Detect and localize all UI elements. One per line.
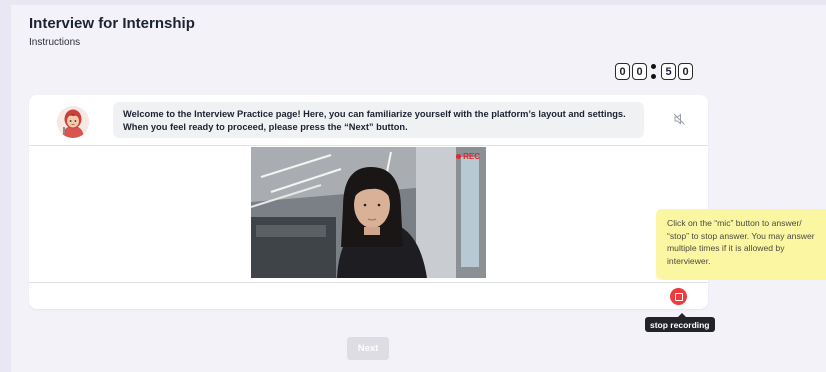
timer-digit: 0 xyxy=(678,63,693,80)
webcam-preview: REC xyxy=(251,147,486,278)
hint-line: Click on the “mic” button to answer/ xyxy=(667,218,802,228)
record-dot-icon xyxy=(456,154,462,159)
instructions-label: Instructions xyxy=(29,37,81,48)
speaker-muted-icon[interactable] xyxy=(672,112,686,126)
recording-indicator: REC xyxy=(456,152,480,161)
timer-digit: 0 xyxy=(615,63,630,80)
stop-recording-icon xyxy=(674,292,683,301)
stop-recording-tooltip: stop recording xyxy=(645,313,715,332)
divider xyxy=(29,145,708,146)
stop-recording-button[interactable] xyxy=(670,288,687,305)
interview-card: Welcome to the Interview Practice page! … xyxy=(29,95,708,309)
timer-digit: 5 xyxy=(661,63,676,80)
mic-hint-callout: Click on the “mic” button to answer/ “st… xyxy=(656,209,826,280)
interviewer-message: Welcome to the Interview Practice page! … xyxy=(113,102,644,138)
hint-line: interviewer. xyxy=(667,255,711,266)
rec-label: REC xyxy=(463,152,480,161)
next-button[interactable]: Next xyxy=(347,337,389,360)
hint-line: multiple times if it is allowed by xyxy=(667,243,785,253)
hint-line: “stop” to stop answer. You may answer xyxy=(667,230,815,241)
message-line: Welcome to the Interview Practice page! … xyxy=(123,109,626,119)
top-edge xyxy=(0,0,826,5)
interviewer-avatar-icon xyxy=(57,106,89,138)
timer-colon xyxy=(649,63,659,80)
page-title: Interview for Internship xyxy=(29,15,195,32)
divider xyxy=(29,282,708,283)
countdown-timer: 0 0 5 0 xyxy=(615,63,695,80)
message-line: When you feel ready to proceed, please p… xyxy=(123,122,408,132)
timer-digit: 0 xyxy=(632,63,647,80)
left-edge xyxy=(0,0,11,372)
